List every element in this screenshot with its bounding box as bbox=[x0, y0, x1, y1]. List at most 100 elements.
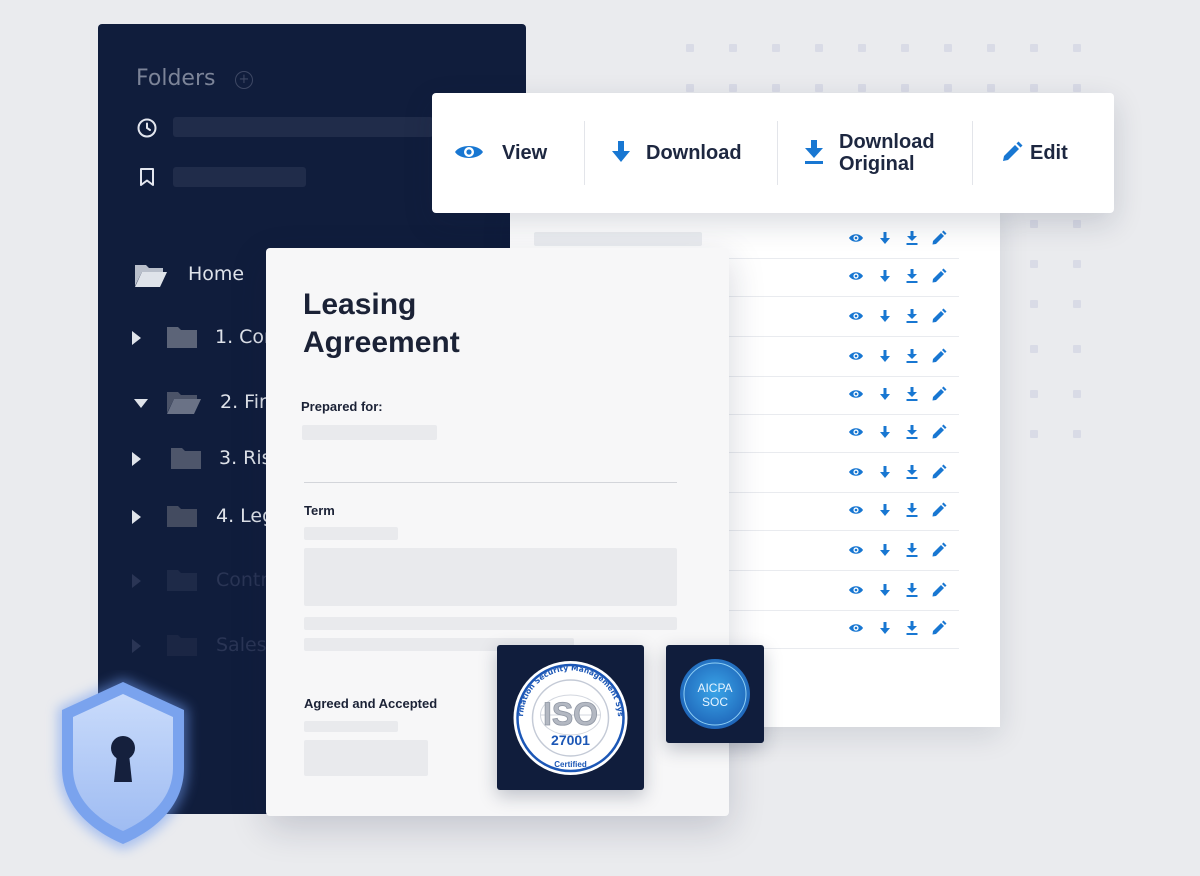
edit-icon[interactable] bbox=[931, 308, 947, 324]
view-icon[interactable] bbox=[848, 268, 864, 284]
download-original-icon[interactable] bbox=[904, 386, 920, 402]
download-original-icon[interactable] bbox=[904, 620, 920, 636]
edit-icon[interactable] bbox=[931, 582, 947, 598]
download-original-icon[interactable] bbox=[904, 542, 920, 558]
caret-right-icon[interactable] bbox=[132, 331, 141, 345]
document-title: Leasing Agreement bbox=[303, 286, 603, 362]
file-actions-toolbar: View Download Download Original Edit bbox=[432, 93, 1114, 213]
decorative-dot bbox=[1030, 260, 1038, 268]
bookmark-icon[interactable] bbox=[136, 166, 158, 188]
iso-main-text: ISO bbox=[543, 696, 598, 732]
decorative-dot bbox=[1073, 84, 1081, 92]
decorative-dot bbox=[901, 84, 909, 92]
decorative-dot bbox=[1030, 300, 1038, 308]
decorative-dot bbox=[944, 44, 952, 52]
download-icon[interactable] bbox=[877, 308, 893, 324]
view-icon[interactable] bbox=[848, 386, 864, 402]
download-icon[interactable] bbox=[877, 502, 893, 518]
download-button[interactable]: Download bbox=[585, 93, 777, 213]
download-icon[interactable] bbox=[877, 230, 893, 246]
folder-icon bbox=[167, 635, 197, 656]
view-icon[interactable] bbox=[848, 230, 864, 246]
prepared-for-placeholder bbox=[302, 425, 437, 440]
decorative-dot bbox=[1030, 430, 1038, 438]
view-button[interactable]: View bbox=[432, 93, 582, 213]
download-icon[interactable] bbox=[877, 268, 893, 284]
folder-icon bbox=[167, 327, 197, 348]
decorative-dot bbox=[1073, 260, 1081, 268]
view-icon[interactable] bbox=[848, 620, 864, 636]
iso-27001-badge: Information Security Management System I… bbox=[493, 638, 644, 790]
recent-placeholder bbox=[173, 117, 433, 137]
download-original-icon[interactable] bbox=[904, 582, 920, 598]
decorative-dot bbox=[1030, 44, 1038, 52]
term-placeholder-short bbox=[304, 527, 398, 540]
download-tray-icon bbox=[805, 140, 823, 164]
download-icon[interactable] bbox=[877, 386, 893, 402]
decorative-dot bbox=[1030, 84, 1038, 92]
prepared-for-label: Prepared for: bbox=[301, 399, 383, 414]
download-original-icon[interactable] bbox=[904, 268, 920, 284]
decorative-dot bbox=[987, 44, 995, 52]
add-folder-icon[interactable]: + bbox=[235, 71, 253, 89]
view-icon[interactable] bbox=[848, 464, 864, 480]
sidebar-item-label: 3. Ris bbox=[219, 447, 272, 469]
view-icon[interactable] bbox=[848, 502, 864, 518]
term-label: Term bbox=[304, 503, 335, 518]
iso-seal-icon: Information Security Management System I… bbox=[493, 638, 628, 775]
download-original-icon[interactable] bbox=[904, 464, 920, 480]
download-icon[interactable] bbox=[877, 348, 893, 364]
edit-icon[interactable] bbox=[931, 464, 947, 480]
download-original-icon[interactable] bbox=[904, 502, 920, 518]
download-original-icon[interactable] bbox=[904, 308, 920, 324]
sidebar-item-label: Sales bbox=[216, 634, 267, 656]
edit-icon[interactable] bbox=[931, 424, 947, 440]
download-icon[interactable] bbox=[877, 464, 893, 480]
edit-icon[interactable] bbox=[931, 542, 947, 558]
decorative-dot bbox=[1073, 430, 1081, 438]
caret-right-icon[interactable] bbox=[132, 574, 141, 588]
sidebar-item-label: Contr bbox=[216, 569, 269, 591]
caret-right-icon[interactable] bbox=[132, 510, 141, 524]
download-icon[interactable] bbox=[877, 424, 893, 440]
download-button-label: Download bbox=[646, 142, 742, 164]
view-icon[interactable] bbox=[848, 308, 864, 324]
pencil-icon bbox=[1003, 141, 1023, 161]
download-icon[interactable] bbox=[877, 582, 893, 598]
iso-certified-text: Certified bbox=[554, 760, 587, 769]
decorative-dot bbox=[729, 44, 737, 52]
edit-icon[interactable] bbox=[931, 502, 947, 518]
decorative-dot bbox=[1073, 44, 1081, 52]
download-original-icon[interactable] bbox=[904, 230, 920, 246]
sidebar-title: Folders bbox=[136, 66, 216, 91]
caret-right-icon[interactable] bbox=[132, 452, 141, 466]
decorative-dot bbox=[901, 44, 909, 52]
eye-icon bbox=[455, 146, 483, 158]
iso-number-text: 27001 bbox=[551, 732, 590, 748]
signature-placeholder-short bbox=[304, 721, 398, 732]
term-placeholder-block bbox=[304, 548, 677, 606]
open-folder-icon bbox=[167, 392, 201, 414]
caret-right-icon[interactable] bbox=[132, 639, 141, 653]
view-icon[interactable] bbox=[848, 348, 864, 364]
download-original-icon[interactable] bbox=[904, 424, 920, 440]
edit-icon[interactable] bbox=[931, 348, 947, 364]
download-original-icon[interactable] bbox=[904, 348, 920, 364]
clock-icon[interactable] bbox=[136, 117, 158, 139]
sidebar-item-label: 2. Fin bbox=[220, 391, 272, 413]
folder-icon bbox=[167, 570, 197, 591]
edit-icon[interactable] bbox=[931, 620, 947, 636]
view-icon[interactable] bbox=[848, 424, 864, 440]
decorative-dot bbox=[1073, 300, 1081, 308]
edit-button[interactable]: Edit bbox=[973, 93, 1114, 213]
caret-down-icon[interactable] bbox=[134, 399, 148, 408]
shield-keyhole-icon bbox=[58, 678, 188, 850]
download-icon[interactable] bbox=[877, 620, 893, 636]
edit-icon[interactable] bbox=[931, 386, 947, 402]
view-icon[interactable] bbox=[848, 542, 864, 558]
edit-icon[interactable] bbox=[931, 230, 947, 246]
download-original-button[interactable]: Download Original bbox=[778, 93, 972, 213]
edit-icon[interactable] bbox=[931, 268, 947, 284]
download-icon[interactable] bbox=[877, 542, 893, 558]
view-icon[interactable] bbox=[848, 582, 864, 598]
